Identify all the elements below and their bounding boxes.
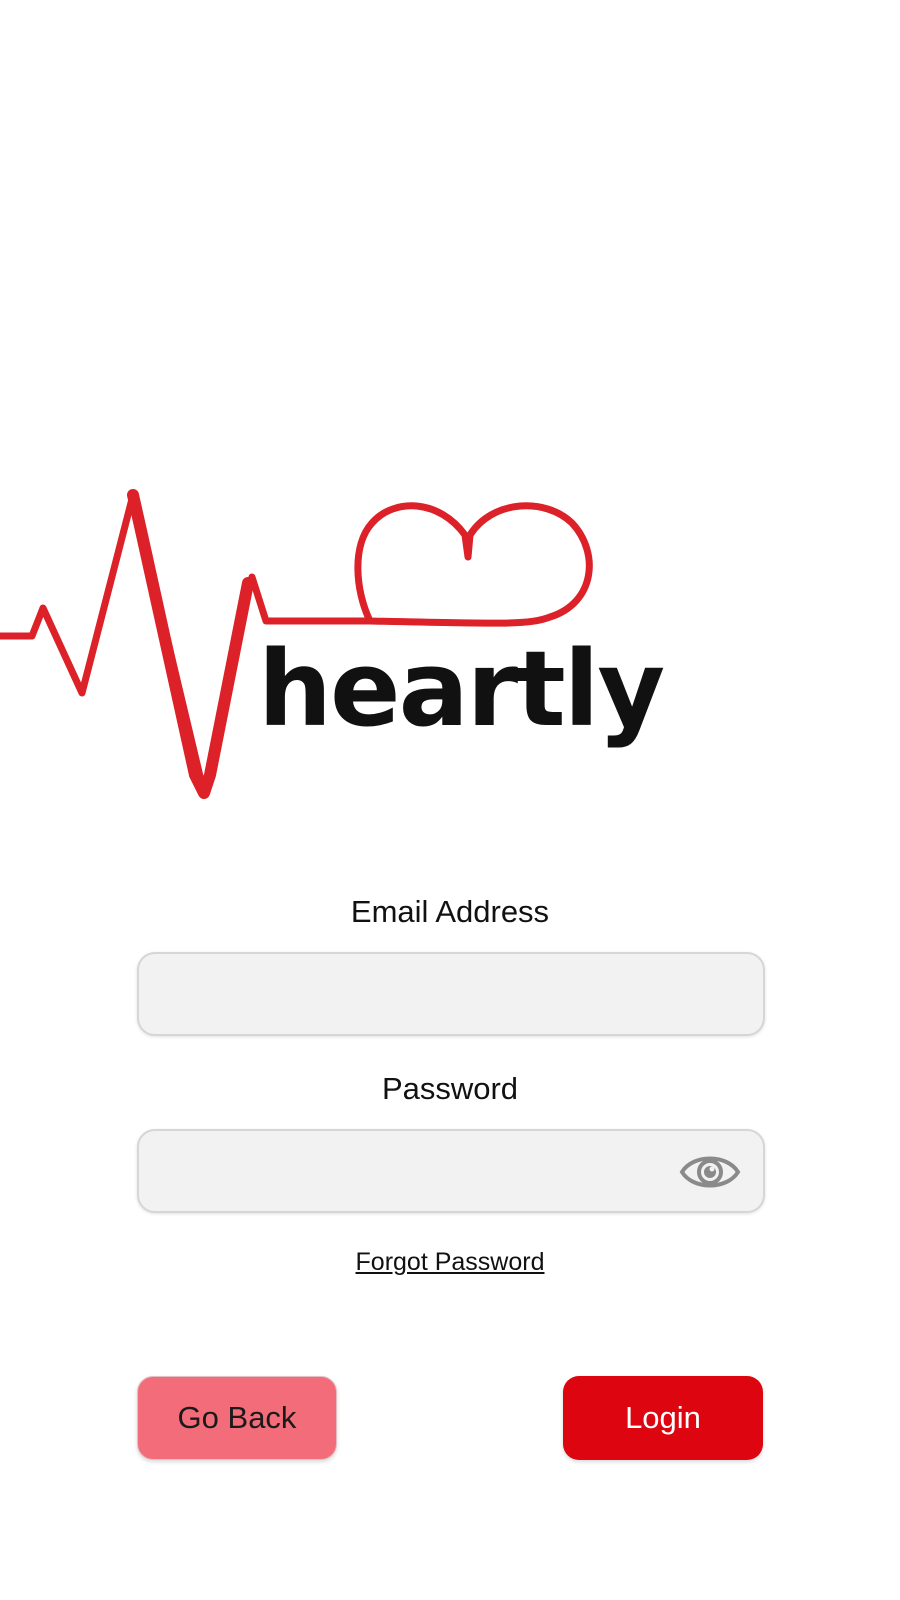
password-field[interactable] [137,1129,765,1213]
login-button[interactable]: Login [563,1376,763,1460]
heartly-logo: heartly [0,475,665,805]
eye-icon[interactable] [679,1148,741,1196]
email-field[interactable] [137,952,765,1036]
logo-wordmark: heartly [258,628,665,750]
email-label: Email Address [350,894,550,929]
forgot-password-link[interactable]: Forgot Password [356,1248,545,1276]
password-label: Password [381,1071,519,1106]
go-back-button[interactable]: Go Back [137,1376,337,1460]
forgot-password-row: Forgot Password [0,1248,900,1277]
